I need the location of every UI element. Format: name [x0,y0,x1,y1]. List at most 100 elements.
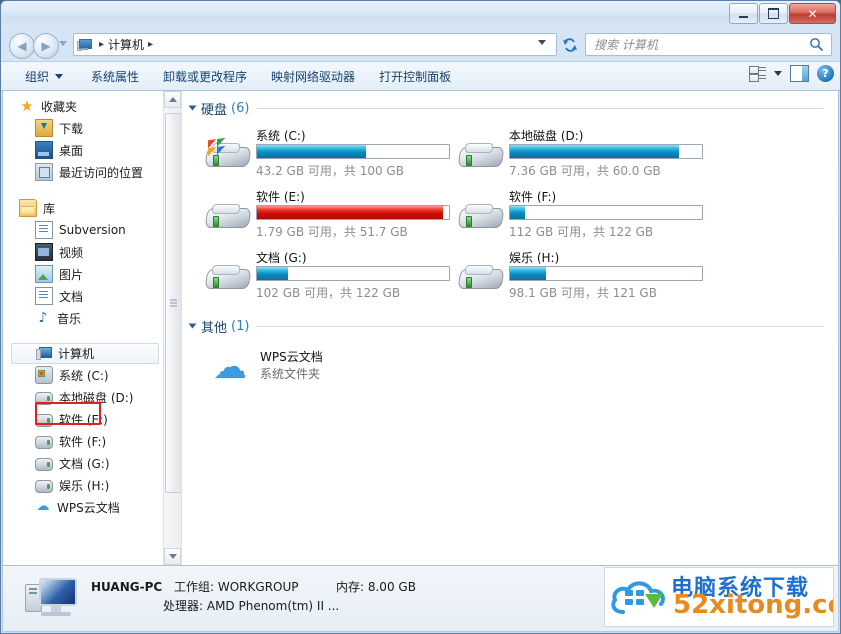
computer-icon [77,38,93,52]
sidebar-item-downloads[interactable]: 下载 [3,117,163,139]
sidebar-item-subversion[interactable]: Subversion [3,219,163,241]
maximize-button[interactable] [759,3,788,24]
drive-tile-c[interactable]: 系统 (C:) 43.2 GB 可用，共 100 GB [204,127,462,179]
item-wps-cloud[interactable]: ☁ WPS云文档 系统文件夹 [204,344,464,390]
drive-g-name: 文档 (G:) [256,251,307,265]
drive-tile-e[interactable]: 软件 (E:) 1.79 GB 可用，共 51.7 GB [204,188,462,240]
site-watermark: 电脑系统下载 52xitong.com [604,567,834,627]
search-icon[interactable] [809,37,824,52]
sidebar-item-drive-d-label: 本地磁盘 (D:) [59,390,134,405]
sidebar-group-computer[interactable]: 计算机 [11,343,159,364]
close-button[interactable]: ✕ [789,3,836,24]
processor-label: 处理器: AMD Phenom(tm) II ... [163,599,340,613]
view-chevron-down-icon[interactable] [774,71,782,76]
drive-tile-g[interactable]: 文档 (G:) 102 GB 可用，共 122 GB [204,249,462,301]
sidebar-item-drive-g[interactable]: 文档 (G:) [3,452,163,474]
computer-name: HUANG-PC [91,580,163,594]
search-box[interactable]: 搜索 计算机 [585,33,832,56]
sidebar-item-drive-e[interactable]: 软件 (E:) [3,408,163,430]
sidebar-item-recent-places[interactable]: 最近访问的位置 [3,161,163,183]
drive-h-usage-bar [509,266,703,281]
toolbar-organize[interactable]: 组织 [15,65,73,87]
sidebar-item-documents[interactable]: 文档 [3,285,163,307]
scroll-down-button[interactable] [164,548,181,565]
address-dropdown-icon[interactable] [538,40,546,45]
breadcrumb-separator-end-icon[interactable]: ▸ [148,39,153,50]
drive-tile-h[interactable]: 娱乐 (H:) 98.1 GB 可用，共 121 GB [457,249,715,301]
drive-g-usage-bar [256,266,450,281]
drive-h-name: 娱乐 (H:) [509,251,560,265]
sidebar-item-music[interactable]: ♪ 音乐 [3,307,163,329]
toolbar-system-properties-label: 系统属性 [91,69,140,84]
sidebar-item-drive-h[interactable]: 娱乐 (H:) [3,474,163,496]
sidebar-item-pictures[interactable]: 图片 [3,263,163,285]
details-pane: HUANG-PC 工作组: WORKGROUP 内存: 8.00 GB 处理器:… [2,566,839,632]
drive-tile-d[interactable]: 本地磁盘 (D:) 7.36 GB 可用，共 60.0 GB [457,127,715,179]
forward-button[interactable]: ▶ [33,33,59,59]
breadcrumb-separator-icon[interactable]: ▸ [99,39,104,50]
drive-d-name: 本地磁盘 (D:) [509,129,584,143]
toolbar-uninstall-label: 卸载或更改程序 [163,69,248,84]
drive-h-usage-fill [510,267,547,280]
toolbar-system-properties[interactable]: 系统属性 [81,65,149,87]
scrollbar-grip-icon [170,299,177,307]
minimize-icon [730,4,757,23]
drive-f-usage-bar [509,205,703,220]
collapse-triangle-icon[interactable] [188,105,197,111]
scrollbar-thumb[interactable] [165,113,181,493]
watermark-bottom-text: 52xitong.com [673,590,833,620]
breadcrumb-computer[interactable]: 计算机 [108,36,144,53]
sidebar-item-videos[interactable]: 视频 [3,241,163,263]
minimize-button[interactable] [729,3,758,24]
drive-tile-f[interactable]: 软件 (F:) 112 GB 可用，共 122 GB [457,188,715,240]
sidebar-item-wps-cloud[interactable]: ☁ WPS云文档 [3,496,163,518]
toolbar-organize-label: 组织 [25,69,50,84]
sidebar-item-drive-h-label: 娱乐 (H:) [59,478,110,493]
chevron-up-icon [168,97,177,102]
sidebar-group-favorites[interactable]: ★ 收藏夹 [3,95,163,117]
drive-e-name: 软件 (E:) [256,190,305,204]
sidebar-item-drive-d[interactable]: 本地磁盘 (D:) [3,386,163,408]
group-header-others[interactable]: 其他 (1) [188,316,824,336]
sidebar-item-drive-f[interactable]: 软件 (F:) [3,430,163,452]
toolbar-uninstall-change-program[interactable]: 卸载或更改程序 [153,65,257,87]
toolbar-map-network-drive[interactable]: 映射网络驱动器 [261,65,365,87]
hard-drive-icon [457,200,505,232]
sidebar-item-desktop[interactable]: 桌面 [3,139,163,161]
picture-icon [35,265,53,283]
computer-icon [36,346,52,361]
collapse-triangle-icon[interactable] [188,323,197,329]
cloud-icon: ☁ [36,499,50,514]
drive-d-usage-fill [510,145,679,158]
video-icon [35,243,53,261]
back-button[interactable]: ◀ [9,33,35,59]
hard-drive-icon [35,414,53,427]
sidebar-group-favorites-label: 收藏夹 [41,99,78,114]
help-icon[interactable]: ? [817,65,834,82]
sidebar-group-libraries[interactable]: 库 [3,197,163,219]
file-list-pane[interactable]: 硬盘 (6) 系统 (C:) 43.2 GB 可用，共 100 GB 本地磁盘 … [182,91,838,565]
navigation-scrollbar[interactable] [163,91,181,565]
workgroup-label: 工作组: WORKGROUP [174,580,299,594]
search-input[interactable]: 搜索 计算机 [586,36,809,53]
sidebar-item-drive-f-label: 软件 (F:) [59,434,107,449]
content-area: ★ 收藏夹 下载 桌面 最近访问的位置 库 Subversion 视频 图片 文… [2,90,839,566]
refresh-button[interactable] [558,33,582,56]
drive-d-capacity-text: 7.36 GB 可用，共 60.0 GB [509,164,661,178]
view-list-icon[interactable] [749,65,766,82]
memory-label: 内存: 8.00 GB [336,580,416,594]
computer-icon [25,576,79,620]
drive-e-capacity-text: 1.79 GB 可用，共 51.7 GB [256,225,408,239]
preview-pane-icon[interactable] [790,65,809,82]
history-dropdown-icon[interactable] [59,41,67,46]
system-drive-icon [204,137,252,171]
group-header-harddisks[interactable]: 硬盘 (6) [188,98,824,118]
explorer-window: ✕ ◀ ▶ ▸ 计算机 ▸ 搜索 计算机 组织 系统属性 卸载或更改程序 映射网… [0,0,841,634]
address-bar[interactable]: ▸ 计算机 ▸ [73,33,557,56]
toolbar-open-control-panel[interactable]: 打开控制面板 [369,65,461,87]
chevron-down-icon [168,554,177,559]
download-arrow-icon [645,594,663,608]
sidebar-item-drive-c[interactable]: 系统 (C:) [3,364,163,386]
scroll-up-button[interactable] [164,91,181,108]
